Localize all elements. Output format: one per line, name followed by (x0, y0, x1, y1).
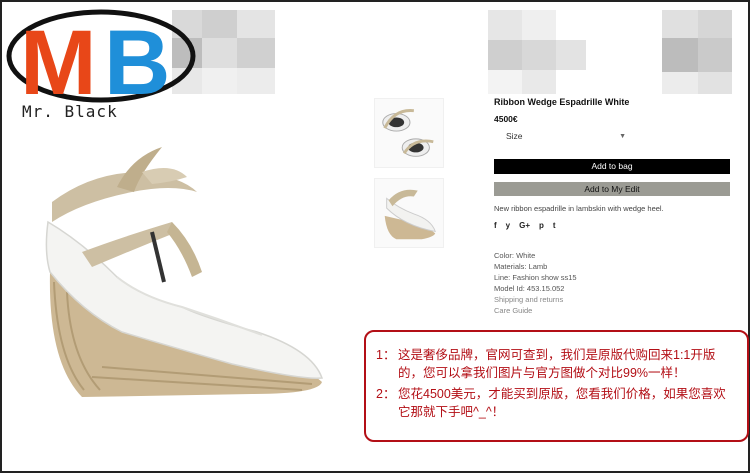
thumbnail-pair-view[interactable] (374, 178, 444, 248)
page-frame: M B Mr. Black Ribbon Wedge Espadrille Wh… (0, 0, 750, 473)
product-description: New ribbon espadrille in lambskin with w… (494, 204, 664, 213)
note-text-2: 您花4500美元，才能买到原版，您看我们价格，如果您喜欢它那就下手吧^_^！ (398, 387, 726, 419)
care-guide-link[interactable]: Care Guide (494, 305, 730, 316)
detail-materials: Materials: Lamb (494, 262, 548, 271)
product-main-image (45, 147, 324, 397)
facebook-icon[interactable]: f (494, 221, 497, 230)
shipping-returns-link[interactable]: Shipping and returns (494, 294, 730, 305)
logo-letter-m: M (20, 12, 97, 114)
detail-color: Color: White (494, 251, 536, 260)
product-info-panel: Ribbon Wedge Espadrille White 4500€ Size… (494, 97, 730, 316)
size-select[interactable]: Size ▼ (506, 131, 626, 141)
pinterest-icon[interactable]: p (539, 221, 544, 230)
add-to-my-edit-button[interactable]: Add to My Edit (494, 182, 730, 196)
note-item-1: 1： 这是奢侈品牌，官网可查到，我们是原版代购回来1:1开版的，您可以拿我们图片… (376, 346, 735, 382)
note-text-1: 这是奢侈品牌，官网可查到，我们是原版代购回来1:1开版的，您可以拿我们图片与官方… (398, 348, 716, 380)
twitter-icon[interactable]: y (506, 221, 510, 230)
promo-note-box: 1： 这是奢侈品牌，官网可查到，我们是原版代购回来1:1开版的，您可以拿我们图片… (364, 330, 749, 442)
detail-line: Line: Fashion show ss15 (494, 273, 577, 282)
product-price: 4500€ (494, 114, 518, 124)
add-to-bag-button[interactable]: Add to bag (494, 159, 730, 174)
detail-model-id: Model Id: 453.15.052 (494, 284, 565, 293)
note-number-1: 1： (376, 348, 396, 362)
share-icons: f y G+ p t (494, 221, 730, 230)
thumbnail-top-view[interactable] (374, 98, 444, 168)
note-number-2: 2： (376, 387, 396, 401)
product-title: Ribbon Wedge Espadrille White (494, 97, 630, 107)
tumblr-icon[interactable]: t (553, 221, 556, 230)
size-label: Size (506, 131, 523, 141)
logo-subtitle: Mr. Black (22, 102, 118, 121)
note-item-2: 2： 您花4500美元，才能买到原版，您看我们价格，如果您喜欢它那就下手吧^_^… (376, 385, 735, 421)
google-plus-icon[interactable]: G+ (519, 221, 530, 230)
logo-letter-b: B (104, 12, 170, 114)
chevron-down-icon: ▼ (619, 132, 626, 140)
